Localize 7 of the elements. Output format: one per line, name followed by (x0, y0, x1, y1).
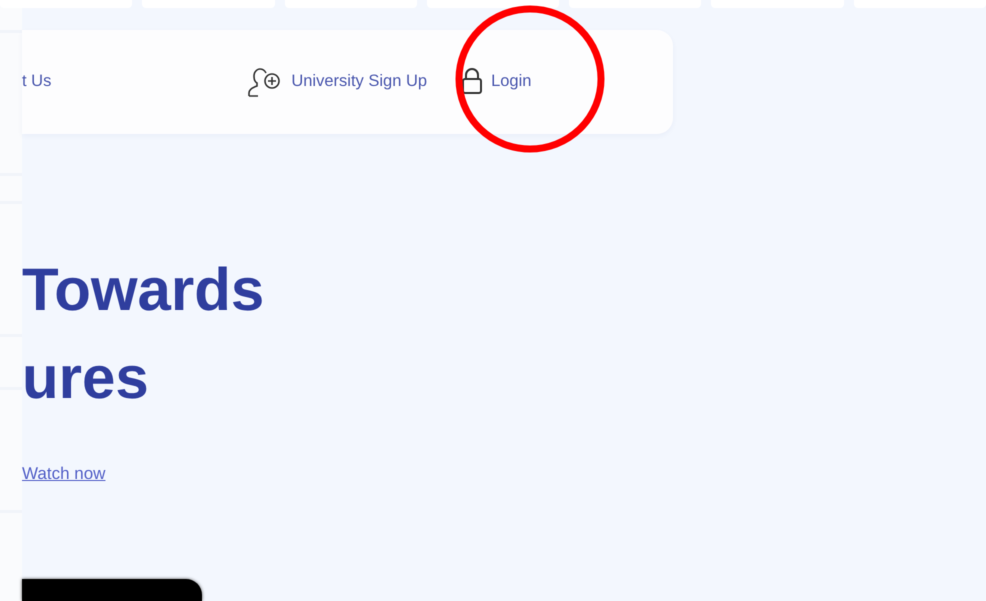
nav-link[interactable]: t Us (22, 72, 52, 90)
nav-link[interactable]: University Sign Up (247, 65, 428, 97)
hero-heading: ures (22, 343, 149, 413)
lock-icon (461, 67, 484, 95)
hero-heading: Towards (22, 255, 264, 325)
watch-now-link[interactable]: Watch now (22, 464, 106, 484)
nav-link[interactable]: Login (461, 67, 532, 95)
